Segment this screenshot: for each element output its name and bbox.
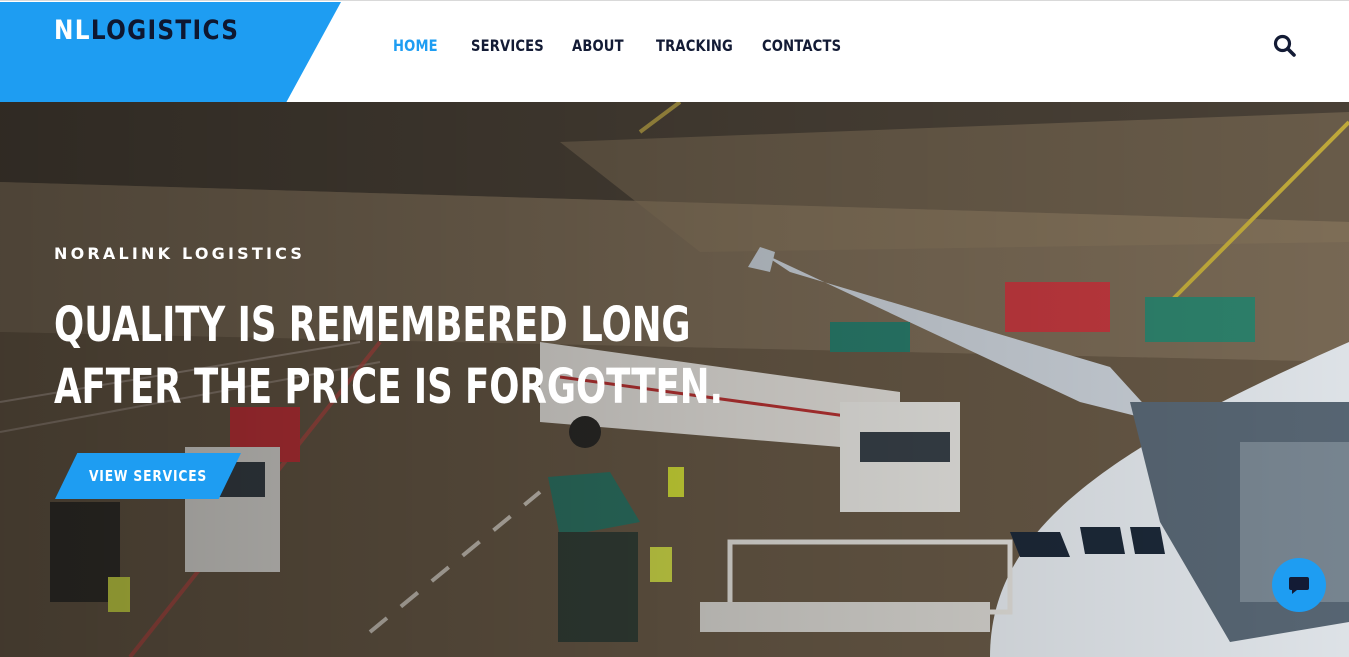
logo-suffix: LOGISTICS: [90, 15, 240, 46]
hero-headline-line-1: QUALITY IS REMEMBERED LONG: [54, 297, 691, 353]
search-icon: [1273, 34, 1296, 57]
main-nav: HOME SERVICES ABOUT TRACKING CONTACTS: [393, 36, 859, 55]
view-services-label-wrap: VIEW SERVICES: [55, 453, 241, 499]
nav-item-about[interactable]: ABOUT: [572, 36, 641, 55]
nav-item-contacts[interactable]: CONTACTS: [762, 36, 841, 55]
view-services-label: VIEW SERVICES: [88, 467, 208, 485]
search-button[interactable]: [1272, 33, 1298, 59]
hero-eyebrow: NORALINK LOGISTICS: [54, 244, 306, 263]
view-services-button[interactable]: VIEW SERVICES: [55, 453, 241, 499]
nav-item-services[interactable]: SERVICES: [471, 36, 554, 55]
nav-item-tracking[interactable]: TRACKING: [656, 36, 743, 55]
hero-headline-line-2: AFTER THE PRICE IS FORGOTTEN.: [54, 359, 723, 415]
site-header: NLLOGISTICS HOME SERVICES ABOUT TRACKING…: [0, 0, 1349, 102]
hero-section: NORALINK LOGISTICS QUALITY IS REMEMBERED…: [0, 102, 1349, 657]
chat-button[interactable]: [1272, 558, 1326, 612]
chat-bubble-icon: [1289, 577, 1309, 594]
logo-prefix: NL: [54, 15, 91, 46]
nav-item-home[interactable]: HOME: [393, 36, 457, 55]
site-logo[interactable]: NLLOGISTICS: [54, 15, 239, 46]
hero-headline: QUALITY IS REMEMBERED LONG AFTER THE PRI…: [54, 294, 723, 418]
